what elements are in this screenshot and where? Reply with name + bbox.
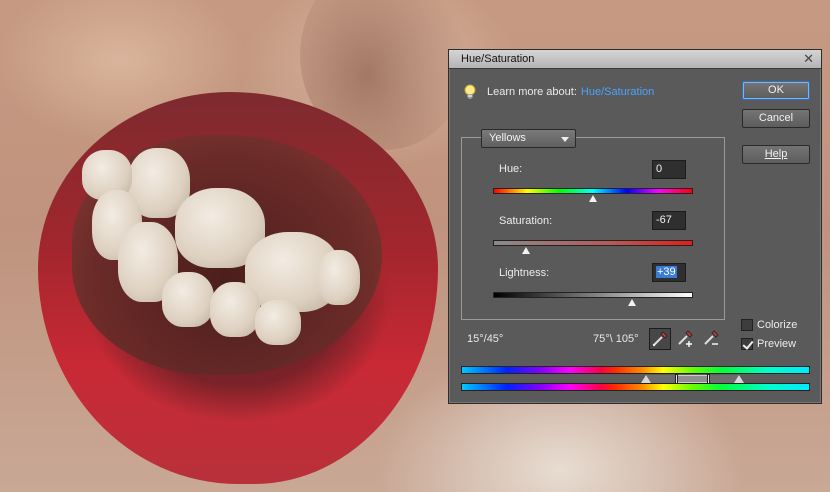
range-left-readout: 15°/45° <box>467 333 504 345</box>
range-right-readout: 75°\ 105° <box>593 333 639 345</box>
dialog-titlebar[interactable]: Hue/Saturation ✕ <box>449 50 821 69</box>
range-right-falloff-handle[interactable] <box>734 375 744 383</box>
eyedropper-subtract-button[interactable] <box>701 328 723 350</box>
lightness-input[interactable]: +39 <box>652 263 686 282</box>
learn-more-link[interactable]: Hue/Saturation <box>581 86 654 98</box>
edit-channel-value: Yellows <box>489 132 526 144</box>
ok-button[interactable]: OK <box>742 81 810 100</box>
close-icon[interactable]: ✕ <box>803 51 814 67</box>
hue-saturation-dialog: Hue/Saturation ✕ Learn more about: Hue/S… <box>448 49 822 404</box>
colorize-label: Colorize <box>757 319 798 331</box>
colorize-checkbox[interactable] <box>741 319 753 331</box>
preview-label: Preview <box>757 338 797 350</box>
tooth <box>255 300 301 345</box>
tooth <box>318 250 360 305</box>
eyedropper-minus-icon <box>704 330 719 345</box>
hue-value: 0 <box>656 163 663 175</box>
learn-more-row: Learn more about: Hue/Saturation <box>463 83 654 101</box>
eyedropper-add-button[interactable] <box>675 328 697 350</box>
preview-checkbox[interactable] <box>741 338 753 350</box>
tooth <box>162 272 214 327</box>
edit-channel-select[interactable]: Yellows <box>481 129 576 148</box>
hue-slider-thumb[interactable] <box>589 195 597 202</box>
colorize-option[interactable]: Colorize <box>741 318 797 332</box>
lightness-slider-thumb[interactable] <box>628 299 636 306</box>
eyedropper-button[interactable] <box>649 328 671 350</box>
help-button-label: Help <box>764 148 788 160</box>
hue-input[interactable]: 0 <box>652 160 686 179</box>
chevron-down-icon <box>561 137 569 142</box>
hue-slider-track[interactable] <box>493 188 693 194</box>
lightness-slider-track[interactable] <box>493 292 693 298</box>
saturation-value: -67 <box>656 214 672 226</box>
lightness-value: +39 <box>656 266 677 278</box>
preview-option[interactable]: Preview <box>741 337 796 351</box>
eyedropper-plus-icon <box>678 330 693 347</box>
eyedropper-icon <box>652 331 668 347</box>
lightbulb-icon <box>464 84 476 99</box>
lightness-label: Lightness: <box>499 267 550 279</box>
saturation-input[interactable]: -67 <box>652 211 686 230</box>
saturation-label: Saturation: <box>499 215 553 227</box>
help-button[interactable]: Help <box>742 145 810 164</box>
saturation-slider-track[interactable] <box>493 240 693 246</box>
tooth <box>210 282 260 337</box>
range-core <box>676 375 709 383</box>
range-left-falloff-handle[interactable] <box>641 375 651 383</box>
hue-label: Hue: <box>499 163 523 175</box>
cancel-button[interactable]: Cancel <box>742 109 810 128</box>
learn-more-text: Learn more about: <box>487 86 577 98</box>
saturation-slider-thumb[interactable] <box>522 247 530 254</box>
input-color-bar <box>461 366 810 374</box>
dialog-title: Hue/Saturation <box>461 53 535 65</box>
output-color-bar <box>461 383 810 391</box>
